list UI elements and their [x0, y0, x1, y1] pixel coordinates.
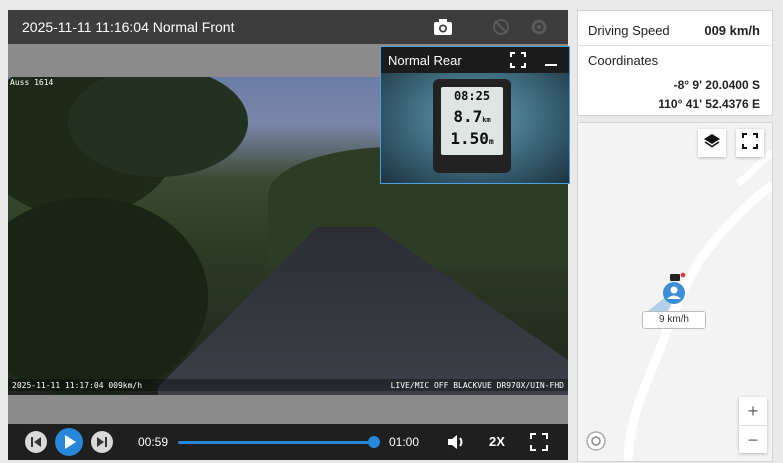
minimize-icon[interactable] [543, 51, 559, 74]
zoom-out-button[interactable]: − [739, 425, 767, 454]
current-time: 00:59 [138, 435, 169, 449]
playback-controls: 00:59 01:00 2X [8, 424, 568, 460]
progress-bar[interactable] [178, 441, 378, 444]
map-panel[interactable]: 9 km/h + − [577, 122, 773, 462]
osd-top-left: Auss 1614 [10, 78, 54, 87]
tree-shape [8, 197, 208, 395]
driving-speed-label: Driving Speed [588, 23, 670, 38]
device-time: 08:25 [453, 89, 491, 103]
layers-icon [703, 132, 721, 155]
player-title: 2025-11-11 11:16:04 Normal Front [22, 19, 235, 35]
osd-device-info: LIVE/MIC OFF BLACKVUE DR970X/UIN-FHD [390, 381, 564, 390]
device-distance-value: 8.7 [453, 107, 483, 126]
player-top-bar: 2025-11-11 11:16:04 Normal Front [8, 10, 568, 44]
expand-icon[interactable] [509, 51, 527, 74]
playback-speed-button[interactable]: 2X [489, 434, 505, 449]
camera-icon[interactable] [432, 17, 454, 37]
driving-speed-value: 009 km/h [704, 23, 760, 38]
longitude-value: 110° 41' 52.4376 E [658, 97, 760, 111]
device-distance: 8.7km [441, 107, 503, 126]
layers-button[interactable] [698, 129, 726, 157]
device-value: 1.50m [441, 129, 503, 148]
gps-device: 08:25 8.7km 1.50m [433, 79, 511, 173]
divider [578, 45, 772, 46]
speed-chip: 9 km/h [642, 311, 706, 329]
osd-timestamp: 2025-11-11 11:17:04 009km/h [12, 381, 143, 390]
previous-frame-button[interactable] [24, 430, 48, 459]
pip-header: Normal Rear [381, 47, 569, 73]
zoom-in-button[interactable]: + [739, 397, 767, 425]
device-value-number: 1.50 [450, 129, 489, 148]
latitude-value: -8° 9' 20.0400 S [673, 78, 760, 92]
fullscreen-icon [742, 132, 758, 154]
map-logo-icon [586, 431, 606, 456]
rear-camera-pip[interactable]: Normal Rear 08:25 8.7km 1.50m [380, 46, 570, 184]
vehicle-marker[interactable] [638, 271, 698, 313]
no-signal-icon[interactable] [490, 17, 512, 37]
next-frame-button[interactable] [90, 430, 114, 459]
device-distance-unit: km [482, 116, 491, 124]
device-screen: 08:25 8.7km 1.50m [441, 87, 503, 155]
rear-video-frame: 08:25 8.7km 1.50m [381, 73, 569, 183]
info-card: Driving Speed 009 km/h Coordinates -8° 9… [577, 10, 773, 116]
progress-knob[interactable] [368, 436, 380, 448]
video-player: 2025-11-11 11:16:04 Normal Front Auss 16… [8, 10, 570, 460]
zoom-control: + − [739, 397, 767, 453]
device-value-unit: m [488, 137, 494, 146]
fullscreen-icon[interactable] [529, 432, 549, 457]
settings-icon[interactable] [528, 17, 550, 37]
play-button[interactable] [54, 427, 84, 462]
map-fullscreen-button[interactable] [736, 129, 764, 157]
volume-icon[interactable] [445, 431, 467, 458]
coordinates-label: Coordinates [588, 53, 659, 68]
end-time: 01:00 [389, 435, 420, 449]
pip-title: Normal Rear [388, 53, 462, 68]
